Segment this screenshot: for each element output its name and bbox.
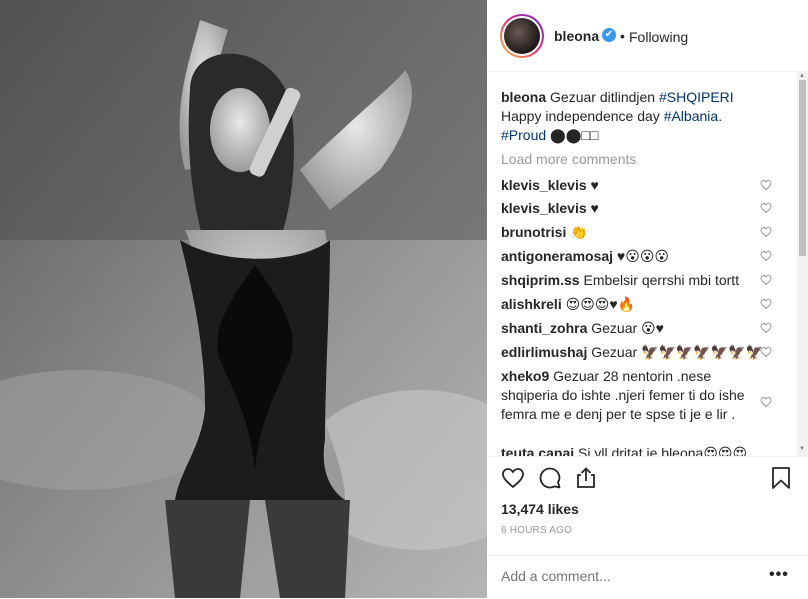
post-caption: bleona Gezuar ditlindjen #SHQIPERI Happy…: [501, 88, 741, 145]
comment-username[interactable]: teuta.capai: [501, 445, 574, 456]
comment-username[interactable]: brunotrisi: [501, 224, 566, 240]
likes-count[interactable]: 13,474 likes: [501, 501, 579, 517]
caption-emoji: ⬤⬤□□: [550, 127, 599, 143]
comment-text: ♥: [590, 177, 599, 193]
comment-username[interactable]: alishkreli: [501, 296, 562, 312]
comment-item: shanti_zohra Gezuar 😮♥: [501, 319, 791, 338]
heart-icon[interactable]: [500, 466, 526, 490]
following-button[interactable]: Following: [629, 29, 688, 45]
comment-username[interactable]: edlirlimushaj: [501, 344, 587, 360]
caption-username[interactable]: bleona: [501, 89, 546, 105]
comment-username[interactable]: shqiprim.ss: [501, 272, 580, 288]
add-comment-input[interactable]: [501, 568, 741, 584]
comment-username[interactable]: shanti_zohra: [501, 320, 587, 336]
scroll-up-arrow-icon[interactable]: ▲: [799, 73, 805, 79]
comment-text: ♥: [590, 200, 599, 216]
avatar: [502, 16, 542, 56]
caption-text-3: .: [718, 108, 723, 124]
comment-like-heart-icon[interactable]: [760, 346, 772, 358]
comment-text: Gezuar 😮♥: [591, 320, 664, 336]
comment-text: 👏: [570, 224, 588, 240]
comment-username[interactable]: antigoneramosaj: [501, 248, 613, 264]
avatar-story-ring[interactable]: [500, 14, 544, 58]
comment-like-heart-icon[interactable]: [760, 396, 772, 408]
post-side-panel: bleona ✔ • Following bleona Gezuar ditli…: [487, 0, 808, 598]
comments-scrollbar[interactable]: ▲ ▼: [797, 72, 808, 456]
post-timestamp[interactable]: 6 HOURS AGO: [501, 525, 572, 536]
load-more-comments-button[interactable]: Load more comments: [501, 151, 636, 167]
comment-item: teuta.capai Si yll dritat je bleona😍😍😍: [501, 444, 791, 456]
bookmark-icon[interactable]: [771, 466, 791, 490]
comment-item: klevis_klevis ♥: [501, 199, 791, 218]
comment-item: alishkreli 😍😍😍♥🔥: [501, 295, 791, 314]
comment-username[interactable]: klevis_klevis: [501, 177, 587, 193]
comment-text: Embelsir qerrshi mbi tortt: [583, 272, 740, 288]
comment-username[interactable]: klevis_klevis: [501, 200, 587, 216]
share-icon[interactable]: [574, 466, 598, 490]
header-separator: •: [620, 28, 625, 44]
comments-list[interactable]: bleona Gezuar ditlindjen #SHQIPERI Happy…: [487, 72, 808, 456]
comment-like-heart-icon[interactable]: [760, 298, 772, 310]
comment-item: edlirlimushaj Gezuar 🦅🦅🦅🦅🦅🦅🦅: [501, 343, 791, 362]
comment-like-heart-icon[interactable]: [760, 226, 772, 238]
comment-like-heart-icon[interactable]: [760, 179, 772, 191]
header-username[interactable]: bleona: [554, 28, 599, 44]
caption-text-2: Happy independence day: [501, 108, 660, 124]
comment-like-heart-icon[interactable]: [760, 250, 772, 262]
hashtag-shqiperi[interactable]: #SHQIPERI: [659, 89, 734, 105]
comment-username[interactable]: xheko9: [501, 368, 549, 384]
comment-text: Si yll dritat je bleona😍😍😍: [578, 445, 748, 456]
caption-text-1: Gezuar ditlindjen: [550, 89, 656, 105]
comment-item: brunotrisi 👏: [501, 223, 791, 242]
post-header: bleona ✔ • Following: [487, 0, 808, 72]
hashtag-proud[interactable]: #Proud: [501, 127, 546, 143]
comment-like-heart-icon[interactable]: [760, 274, 772, 286]
scroll-down-arrow-icon[interactable]: ▼: [799, 446, 805, 452]
post-actions: 13,474 likes 6 HOURS AGO •••: [487, 456, 808, 598]
post-photo[interactable]: [0, 0, 487, 598]
add-comment-bar: •••: [487, 555, 808, 599]
comment-text: ♥😮😮😮: [616, 248, 670, 264]
hashtag-albania[interactable]: #Albania: [664, 108, 719, 124]
verified-badge-icon: ✔: [602, 28, 616, 42]
comment-like-heart-icon[interactable]: [760, 322, 772, 334]
more-options-icon[interactable]: •••: [769, 566, 789, 584]
comment-item: xheko9 Gezuar 28 nentorin .nese shqiperi…: [501, 367, 747, 424]
comment-text: 😍😍😍♥🔥: [565, 296, 636, 312]
comment-item: klevis_klevis ♥: [501, 176, 791, 195]
comment-like-heart-icon[interactable]: [760, 202, 772, 214]
comment-item: antigoneramosaj ♥😮😮😮: [501, 247, 791, 266]
scrollbar-thumb[interactable]: [799, 80, 806, 256]
comment-text: Gezuar 🦅🦅🦅🦅🦅🦅🦅: [591, 344, 764, 360]
comment-item: shqiprim.ss Embelsir qerrshi mbi tortt: [501, 271, 791, 290]
avatar-image: [504, 18, 540, 54]
comment-icon[interactable]: [538, 466, 562, 490]
post-photo-image: [0, 0, 487, 598]
